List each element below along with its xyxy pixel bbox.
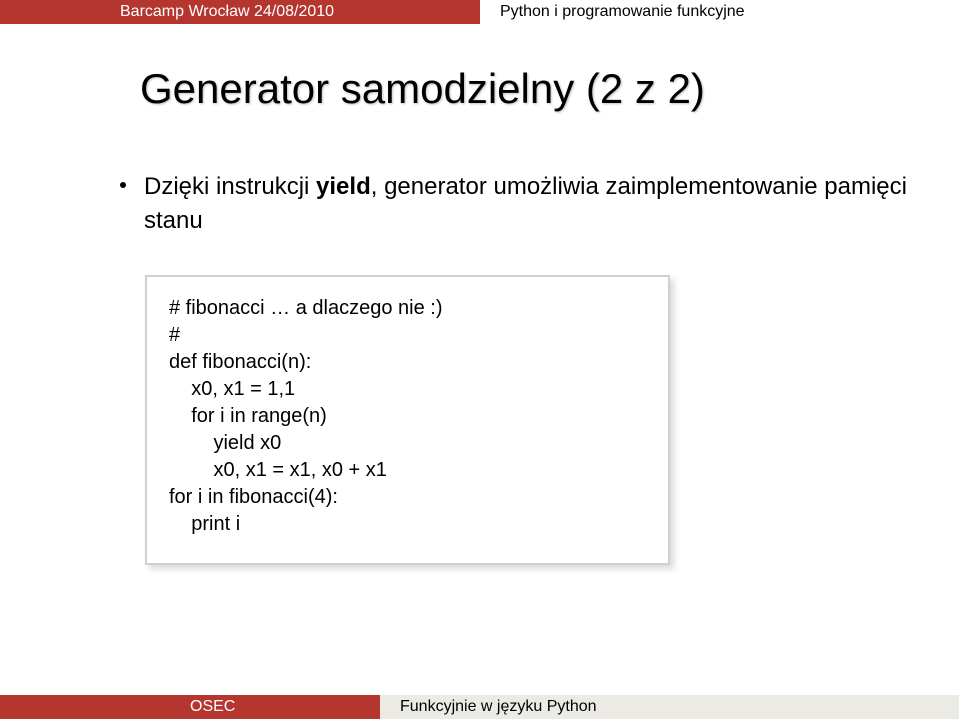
code-example: # fibonacci … a dlaczego nie :) # def fi… [145,275,670,565]
header-left-text: Barcamp Wrocław 24/08/2010 [0,0,480,24]
slide-footer: OSEC Funkcyjnie w języku Python [0,695,959,719]
code-line: x0, x1 = 1,1 [169,376,646,403]
slide-header: Barcamp Wrocław 24/08/2010 Python i prog… [0,0,959,24]
bullet-text: Dzięki instrukcji yield, generator umożl… [144,170,959,237]
footer-left-text: OSEC [0,695,380,719]
bullet-prefix: Dzięki instrukcji [144,173,316,200]
code-line: yield x0 [169,430,646,457]
code-line: print i [169,511,646,538]
code-line: x0, x1 = x1, x0 + x1 [169,457,646,484]
bullet-dot-icon [120,182,126,188]
code-line: def fibonacci(n): [169,349,646,376]
code-line: # [169,322,646,349]
footer-right-text: Funkcyjnie w języku Python [380,695,959,719]
bullet-bold: yield [316,173,371,200]
code-line: for i in range(n) [169,403,646,430]
code-line: # fibonacci … a dlaczego nie :) [169,295,646,322]
bullet-point: Dzięki instrukcji yield, generator umożl… [120,170,959,237]
code-line: for i in fibonacci(4): [169,484,646,511]
slide-title: Generator samodzielny (2 z 2) [140,65,705,113]
header-right-text: Python i programowanie funkcyjne [480,0,959,24]
